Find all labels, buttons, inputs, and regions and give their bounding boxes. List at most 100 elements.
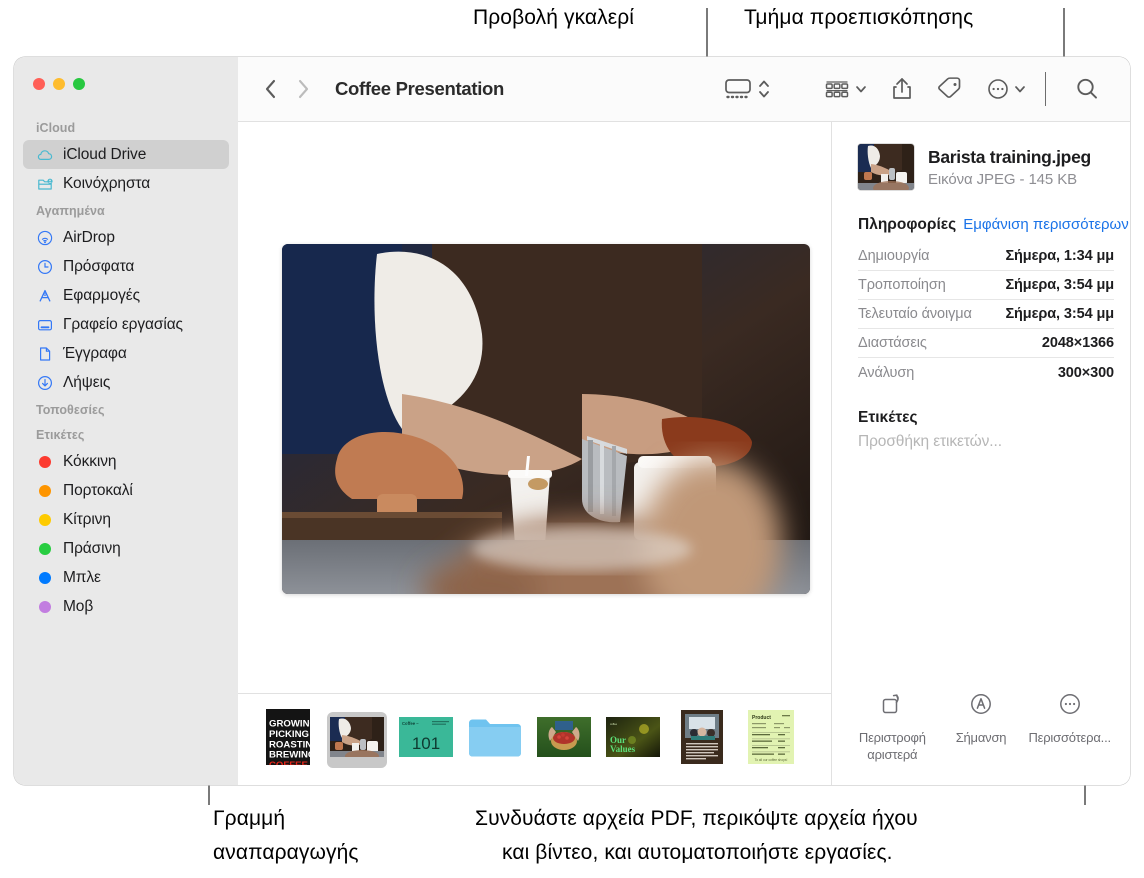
group-items-chevron-icon[interactable] [854, 69, 868, 109]
info-row-key: Τροποποίηση [858, 277, 946, 293]
meeting-document-thumbnail[interactable] [672, 710, 732, 769]
info-row: Ανάλυση 300×300 [858, 358, 1114, 387]
svg-text:Values: Values [610, 744, 636, 754]
our-values-thumbnail[interactable]: Our Values coffee [603, 712, 663, 768]
svg-text:Product: Product [752, 715, 771, 721]
sidebar-item-label: Κίτρινη [63, 510, 111, 528]
callout-playback-bar-line2: αναπαραγωγής [213, 841, 359, 864]
zoom-button[interactable] [73, 78, 85, 90]
info-row-key: Διαστάσεις [858, 335, 927, 351]
gallery-view-button[interactable] [723, 69, 753, 109]
close-button[interactable] [33, 78, 45, 90]
sidebar-item-κίτρινη[interactable]: Κίτρινη [23, 505, 229, 534]
quick-action-markup[interactable]: Σήμανση [937, 691, 1026, 763]
sidebar-item-λήψεις[interactable]: Λήψεις [23, 368, 229, 397]
clock-icon [36, 258, 54, 276]
quick-action-rotate-left[interactable]: Περιστροφή αριστερά [848, 691, 937, 763]
sidebar-item-κοινόχρηστα[interactable]: Κοινόχρηστα [23, 169, 229, 198]
spreadsheet-thumbnail-image: Product To all our coffee shops! [748, 710, 794, 769]
info-row: Δημιουργία Σήμερα, 1:34 μμ [858, 242, 1114, 271]
minimize-button[interactable] [53, 78, 65, 90]
finder-window: iCloud iCloud Drive Κοινόχρηστα Αγαπημένα … [14, 57, 1130, 785]
sidebar-item-label: Εφαρμογές [63, 286, 140, 304]
sidebar-item-έγγραφα[interactable]: Έγγραφα [23, 339, 229, 368]
sidebar-item-κόκκινη[interactable]: Κόκκινη [23, 447, 229, 476]
quick-action-label: Σήμανση [955, 730, 1007, 745]
tag-dot-icon [36, 482, 54, 500]
tags-section-title: Ετικέτες [858, 409, 918, 426]
quick-action-ellipsis-circle[interactable]: Περισσότερα... [1025, 691, 1114, 763]
info-row-value: 300×300 [1057, 364, 1114, 381]
back-button[interactable] [264, 69, 277, 109]
coffee-poster-thumbnail[interactable]: GROWINGPICKINGROASTINGBREWINGCOFFEE [258, 709, 318, 770]
forward-button[interactable] [297, 69, 310, 109]
sidebar-list[interactable]: iCloud iCloud Drive Κοινόχρηστα Αγαπημένα … [14, 115, 238, 785]
downloads-icon [36, 374, 54, 392]
tag-dot-icon [36, 598, 54, 616]
info-row-key: Τελευταίο άνοιγμα [858, 306, 972, 322]
sidebar-item-μπλε[interactable]: Μπλε [23, 563, 229, 592]
spreadsheet-thumbnail[interactable]: Product To all our coffee shops! [741, 710, 801, 769]
sidebar-item-εφαρμογές[interactable]: Εφαρμογές [23, 281, 229, 310]
tag-dot-icon [36, 569, 54, 587]
show-more-link[interactable]: Εμφάνιση περισσότερων [963, 216, 1129, 233]
sidebar-item-πορτοκαλί[interactable]: Πορτοκαλί [23, 476, 229, 505]
info-row-value: Σήμερα, 3:54 μμ [1005, 277, 1114, 293]
tag-button[interactable] [936, 69, 964, 109]
svg-text:To all our coffee shops!: To all our coffee shops! [755, 758, 788, 762]
info-row: Τελευταίο άνοιγμα Σήμερα, 3:54 μμ [858, 300, 1114, 329]
sidebar-item-label: iCloud Drive [63, 145, 147, 163]
sidebar-item-label: Μπλε [63, 568, 101, 586]
sidebar-item-icloud-drive[interactable]: iCloud Drive [23, 140, 229, 169]
view-stepper-button[interactable] [757, 69, 771, 109]
group-items-button[interactable] [823, 69, 851, 109]
folder-thumbnail-image [467, 715, 523, 764]
shared-folder-icon [36, 175, 54, 193]
filmstrip[interactable]: GROWINGPICKINGROASTINGBREWINGCOFFEE Coff… [238, 693, 831, 785]
preview-image[interactable] [282, 244, 810, 594]
info-row: Διαστάσεις 2048×1366 [858, 329, 1114, 358]
more-actions-chevron-icon[interactable] [1013, 69, 1027, 109]
coffee-101-slide-thumbnail[interactable]: Coffee – 101 [396, 712, 456, 768]
berries-basket-thumbnail[interactable] [534, 712, 594, 768]
sidebar-group-title: Αγαπημένα [36, 204, 105, 218]
sidebar: iCloud iCloud Drive Κοινόχρηστα Αγαπημένα … [14, 57, 238, 785]
share-button[interactable] [890, 69, 914, 109]
coffee-101-slide-thumbnail-image: Coffee – 101 [399, 717, 453, 762]
traffic-lights [33, 78, 85, 90]
search-button[interactable] [1074, 69, 1100, 109]
sidebar-group-title: Τοποθεσίες [36, 403, 105, 417]
sidebar-item-label: AirDrop [63, 228, 115, 246]
svg-text:COFFEE: COFFEE [269, 760, 309, 765]
callout-preview-pane: Τμήμα προεπισκόπησης [744, 6, 974, 29]
callout-quick-actions-line1: Συνδυάστε αρχεία PDF, περικόψτε αρχεία ή… [475, 807, 918, 830]
window-title: Coffee Presentation [335, 78, 505, 99]
quick-action-label: Περισσότερα... [1028, 730, 1111, 745]
sidebar-item-airdrop[interactable]: AirDrop [23, 223, 229, 252]
info-row-key: Ανάλυση [858, 364, 915, 381]
rotate-left-icon [879, 691, 905, 722]
info-header: Barista training.jpeg Εικόνα JPEG - 145 … [832, 122, 1130, 190]
sidebar-group-title: iCloud [36, 121, 76, 135]
info-row-value: Σήμερα, 3:54 μμ [1005, 306, 1114, 322]
sidebar-item-label: Έγγραφα [63, 344, 127, 362]
sidebar-item-label: Κόκκινη [63, 452, 117, 470]
markup-icon [968, 691, 994, 722]
barista-training-thumbnail[interactable] [327, 711, 387, 768]
info-pane: Barista training.jpeg Εικόνα JPEG - 145 … [832, 122, 1130, 785]
sidebar-item-label: Πράσινη [63, 539, 121, 557]
sidebar-item-πράσινη[interactable]: Πράσινη [23, 534, 229, 563]
more-actions-button[interactable] [986, 69, 1010, 109]
sidebar-item-μοβ[interactable]: Μοβ [23, 592, 229, 621]
info-row-value: Σήμερα, 1:34 μμ [1005, 248, 1114, 264]
tags-input[interactable]: Προσθήκη ετικετών... [832, 427, 1130, 451]
tags-section: Ετικέτες Προσθήκη ετικετών... [832, 409, 1130, 451]
coffee-poster-thumbnail-image: GROWINGPICKINGROASTINGBREWINGCOFFEE [266, 709, 310, 770]
meeting-document-thumbnail-image [681, 710, 723, 769]
preview-pane: GROWINGPICKINGROASTINGBREWINGCOFFEE Coff… [238, 122, 832, 785]
sidebar-item-label: Κοινόχρηστα [63, 174, 151, 192]
folder-thumbnail[interactable] [465, 712, 525, 768]
sidebar-item-γραφείο-εργασίας[interactable]: Γραφείο εργασίας [23, 310, 229, 339]
sidebar-item-πρόσφατα[interactable]: Πρόσφατα [23, 252, 229, 281]
info-row-value: 2048×1366 [1041, 335, 1114, 351]
